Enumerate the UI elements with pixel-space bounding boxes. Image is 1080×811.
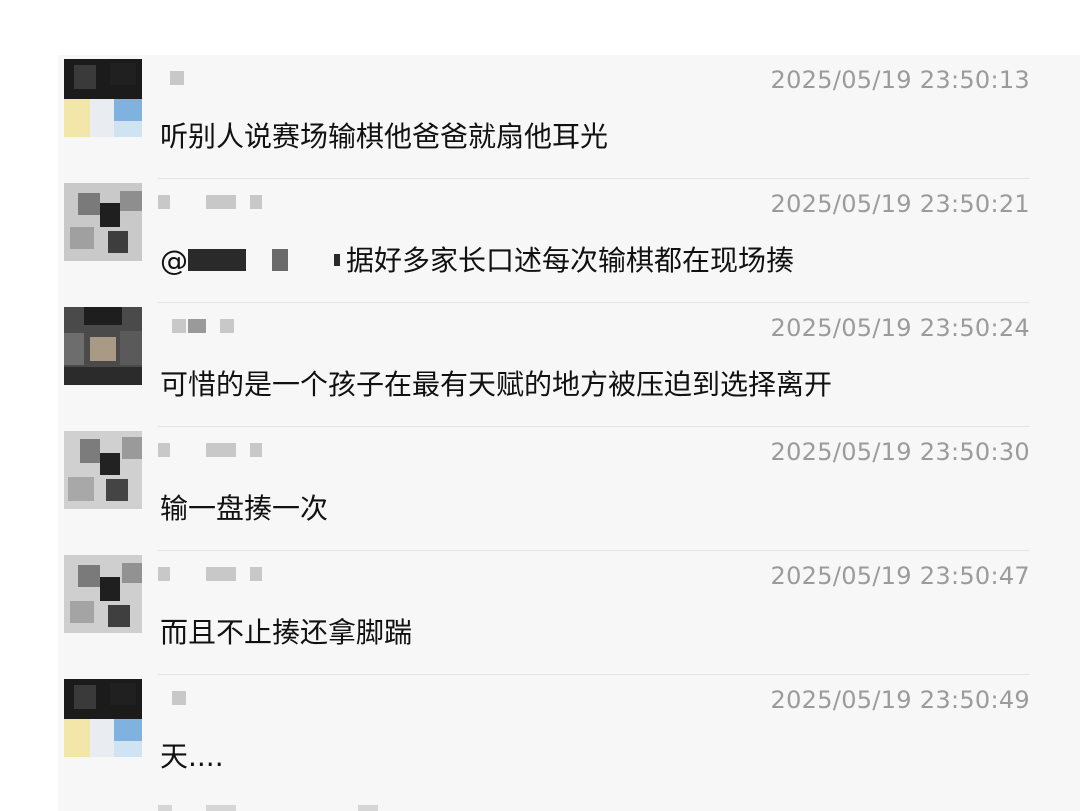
avatar[interactable]	[64, 431, 142, 509]
username-redacted[interactable]	[158, 691, 288, 709]
comment-text: 天....	[160, 740, 224, 773]
comment-item[interactable]: 2025/05/19 23:50:49 天....	[58, 675, 1080, 799]
comment-list: 2025/05/19 23:50:13 听别人说赛场输棋他爸爸就扇他耳光 202…	[58, 55, 1080, 811]
comment-item[interactable]: 2025/05/19 23:50:47 而且不止揍还拿脚踹	[58, 551, 1080, 675]
avatar[interactable]	[64, 59, 142, 137]
comment-text-body: 据好多家长口述每次输棋都在现场揍	[346, 244, 795, 277]
timestamp: 2025/05/19 23:50:47	[770, 562, 1030, 590]
comment-item[interactable]: 2025/05/19 23:50:21 @ 据好多家长口述每次输棋都在现场揍	[58, 179, 1080, 303]
mention-prefix: @	[160, 244, 188, 277]
comment-text: 输一盘揍一次	[160, 492, 329, 525]
timestamp: 2025/05/19 23:50:30	[770, 438, 1030, 466]
timestamp: 2025/05/19 23:50:21	[770, 190, 1030, 218]
avatar[interactable]	[64, 307, 142, 385]
next-comment-peek	[158, 805, 458, 811]
comment-text: 而且不止揍还拿脚踹	[160, 616, 413, 649]
comment-item[interactable]: 2025/05/19 23:50:30 输一盘揍一次	[58, 427, 1080, 551]
timestamp: 2025/05/19 23:50:13	[770, 66, 1030, 94]
username-redacted[interactable]	[158, 195, 288, 213]
username-redacted[interactable]	[158, 319, 288, 337]
username-redacted[interactable]	[158, 443, 288, 461]
avatar[interactable]	[64, 183, 142, 261]
username-redacted[interactable]	[158, 71, 288, 89]
timestamp: 2025/05/19 23:50:24	[770, 314, 1030, 342]
avatar[interactable]	[64, 679, 142, 757]
comment-text: 可惜的是一个孩子在最有天赋的地方被压迫到选择离开	[160, 368, 833, 401]
comment-text: 听别人说赛场输棋他爸爸就扇他耳光	[160, 120, 609, 153]
avatar[interactable]	[64, 555, 142, 633]
redacted-mention-block	[188, 249, 246, 271]
timestamp: 2025/05/19 23:50:49	[770, 686, 1030, 714]
comment-item[interactable]: 2025/05/19 23:50:13 听别人说赛场输棋他爸爸就扇他耳光	[58, 55, 1080, 179]
comment-item[interactable]: 2025/05/19 23:50:24 可惜的是一个孩子在最有天赋的地方被压迫到…	[58, 303, 1080, 427]
comment-text: @ 据好多家长口述每次输棋都在现场揍	[160, 239, 794, 279]
redacted-mention-block	[272, 249, 288, 271]
redacted-mention-block	[334, 254, 340, 266]
username-redacted[interactable]	[158, 567, 288, 585]
